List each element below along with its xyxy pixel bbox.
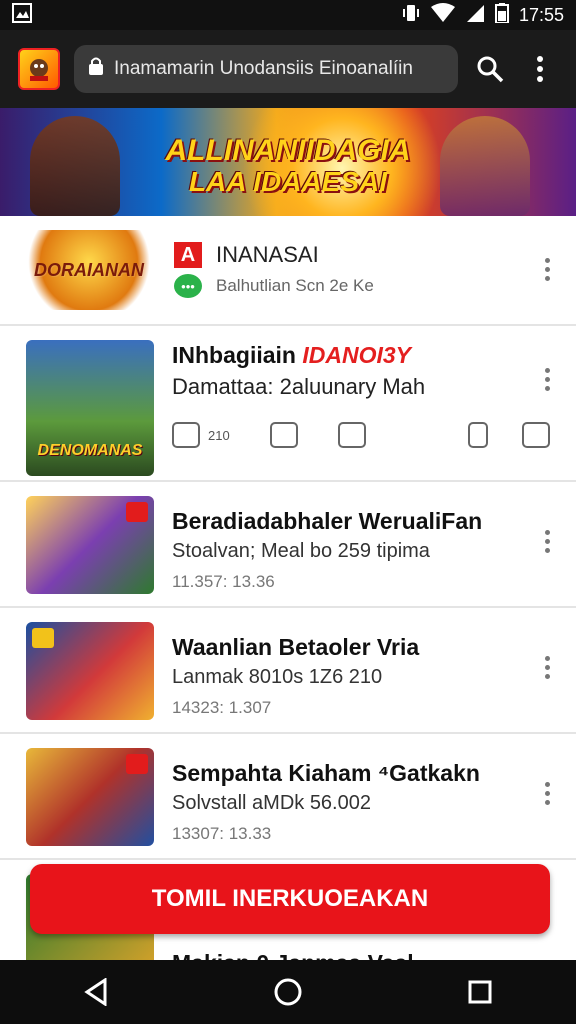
banner-title-line2: LAA IDAAESAI — [188, 166, 388, 197]
list-item-meta: 11.357: 13.36 — [172, 572, 275, 591]
list-item-more-icon[interactable] — [542, 656, 552, 679]
thumb-flag-icon — [126, 502, 148, 522]
list-item[interactable]: Waanlian Betaoler Vria Lanmak 8010s 1Z6 … — [0, 608, 576, 734]
list-item-thumbnail — [26, 496, 154, 594]
url-text: Inamamarin Unodansiis Einoanalíin — [114, 58, 413, 79]
wifi-icon — [430, 2, 455, 28]
comment-count: 210 — [208, 427, 230, 443]
home-icon[interactable] — [268, 972, 308, 1012]
lock-icon — [88, 56, 104, 82]
main-item-thumb-text: DENOMANAS — [37, 442, 143, 459]
main-item-row[interactable]: DENOMANAS INhbagiiain IDANOI3Y Damattaa:… — [0, 326, 576, 482]
primary-cta-button[interactable]: TOMIL INERKUOEAKAN — [30, 864, 550, 934]
featured-more-icon[interactable] — [542, 258, 552, 281]
expand-action[interactable] — [468, 422, 488, 448]
list-item-title: Beradiadabhaler WerualiFan — [172, 508, 483, 534]
share-icon — [522, 422, 550, 448]
back-icon[interactable] — [76, 972, 116, 1012]
list-item-thumbnail — [26, 748, 154, 846]
list-item-thumbnail — [26, 622, 154, 720]
gallery-icon — [12, 2, 32, 28]
brand-badge: A — [174, 242, 202, 268]
main-item-more-icon[interactable] — [542, 368, 552, 391]
list-item-subtitle: Lanmak 8010s 1Z6 210 — [172, 666, 383, 688]
list-item[interactable]: Beradiadabhaler WerualiFan Stoalvan; Mea… — [0, 482, 576, 608]
share-action[interactable] — [522, 422, 550, 448]
list-item-more-icon[interactable] — [542, 782, 552, 805]
app-bar: Inamamarin Unodansiis Einoanalíin — [0, 30, 576, 108]
thumb-flag-icon — [126, 754, 148, 774]
comment-action[interactable]: 210 — [172, 422, 230, 448]
vibrate-icon — [401, 3, 421, 28]
clock-time: 17:55 — [518, 4, 564, 25]
main-item-subtitle: Damattaa: 2aluunary Mah — [172, 374, 426, 399]
expand-icon — [468, 422, 488, 448]
list-item-meta: 13307: 13.33 — [172, 824, 272, 843]
system-nav-bar — [0, 960, 576, 1024]
list-item[interactable]: Sempahta Kiaham ⁴Gatkakn Solvstall aMDk … — [0, 734, 576, 860]
save-action[interactable] — [269, 422, 298, 448]
stats-action[interactable] — [337, 422, 366, 448]
search-icon[interactable] — [472, 51, 508, 87]
battery-icon — [494, 2, 509, 28]
comment-icon — [172, 422, 200, 448]
main-item-title-highlight: IDANOI3Y — [302, 342, 411, 368]
overflow-menu-icon[interactable] — [522, 51, 558, 87]
list-item-more-icon[interactable] — [542, 530, 552, 553]
thumb-flag-icon — [32, 628, 54, 648]
list-item-meta: 14323: 1.307 — [172, 698, 272, 717]
list-item-subtitle: Solvstall aMDk 56.002 — [172, 792, 371, 814]
main-item-title-prefix: INhbagiiain — [172, 342, 296, 368]
chat-bubble-icon: ••• — [174, 274, 202, 298]
featured-game-logo: DORAIANAN — [24, 230, 154, 310]
list-item-title: Waanlian Betaoler Vria — [172, 634, 420, 660]
content-list: DORAIANAN A INANASAI ••• Balhutlian Scn … — [0, 216, 576, 970]
recents-icon[interactable] — [460, 972, 500, 1012]
bookmark-icon — [269, 422, 298, 448]
signal-icon — [465, 3, 485, 28]
main-item-actions: 210 — [172, 422, 550, 448]
featured-name: INANASAI — [216, 242, 319, 267]
featured-subtitle: Balhutlian Scn 2e Ke — [216, 276, 374, 295]
app-logo[interactable] — [18, 48, 60, 90]
banner-title-line1: ALLINANIIDAGIA — [165, 134, 411, 167]
main-item-title: INhbagiiain IDANOI3Y — [172, 342, 411, 369]
status-bar: 17:55 — [0, 0, 576, 30]
list-item-subtitle: Stoalvan; Meal bo 259 tipima — [172, 540, 430, 562]
promo-banner[interactable]: ALLINANIIDAGIA LAA IDAAESAI — [0, 108, 576, 216]
featured-row[interactable]: DORAIANAN A INANASAI ••• Balhutlian Scn … — [0, 216, 576, 326]
url-bar[interactable]: Inamamarin Unodansiis Einoanalíin — [74, 45, 458, 93]
list-item-title: Sempahta Kiaham ⁴Gatkakn — [172, 760, 480, 786]
main-item-thumbnail: DENOMANAS — [26, 340, 154, 476]
chart-icon — [337, 422, 366, 448]
